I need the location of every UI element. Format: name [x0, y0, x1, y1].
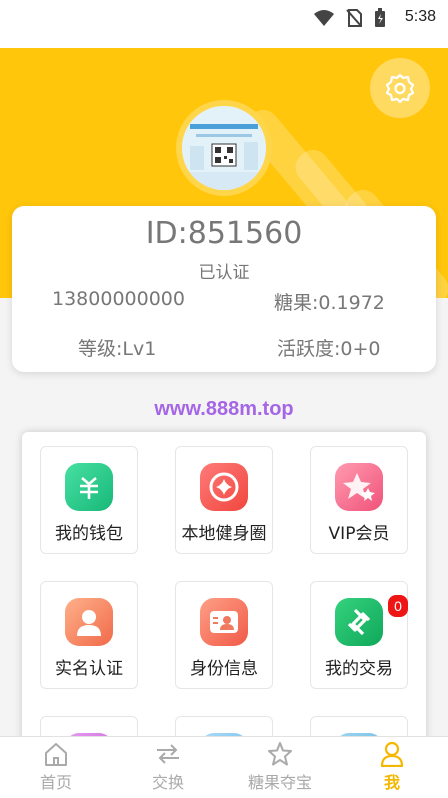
trades-badge: 0	[388, 595, 408, 617]
menu-item-wallet[interactable]: 我的钱包	[40, 446, 138, 554]
tab-label: 首页	[39, 773, 72, 792]
menu-item-label: 我的交易	[325, 659, 393, 679]
activity-score: 活跃度:0+0	[277, 338, 381, 360]
user-level: 等级:Lv1	[78, 338, 157, 360]
status-time: 5:38	[404, 8, 436, 25]
fitness-circle-icon	[200, 463, 248, 511]
exchange-icon	[157, 744, 179, 764]
settings-icon	[385, 73, 415, 104]
person-icon	[65, 598, 113, 646]
wifi-icon	[314, 10, 334, 26]
tab-label: 交换	[151, 773, 184, 792]
verified-status: 已认证	[198, 263, 250, 283]
tab-label: 我	[383, 773, 400, 792]
wallet-icon	[65, 463, 113, 511]
bottom-tab-bar: 首页 交换 糖果夺宝 我	[0, 736, 448, 798]
id-card-icon	[200, 598, 248, 646]
battery-icon	[375, 8, 385, 27]
star-icon	[268, 742, 292, 766]
star-icon	[335, 463, 383, 511]
trade-icon	[335, 598, 383, 646]
tab-home[interactable]: 首页	[0, 741, 112, 797]
avatar-image	[182, 106, 266, 190]
settings-button[interactable]	[370, 58, 430, 118]
watermark-text: www.888m.top	[154, 398, 294, 420]
no-sim-icon	[346, 9, 362, 27]
user-info-card: ID:851560 已认证 13800000000 糖果:0.1972 等级:L…	[12, 206, 436, 372]
user-icon	[380, 741, 404, 767]
menu-item-label: 实名认证	[55, 659, 123, 679]
tab-candy-treasure[interactable]: 糖果夺宝	[224, 741, 336, 797]
status-icons	[314, 8, 386, 28]
menu-item-label: 身份信息	[190, 659, 258, 679]
avatar[interactable]	[182, 106, 266, 190]
menu-item-identity[interactable]: 身份信息	[175, 581, 273, 689]
menu-item-real-name[interactable]: 实名认证	[40, 581, 138, 689]
menu-item-trades[interactable]: 0 我的交易	[310, 581, 408, 689]
menu-grid: 我的钱包 本地健身圈 VIP会员 实名认证 身份信息 0 我的交易	[22, 432, 426, 752]
tab-exchange[interactable]: 交换	[112, 741, 224, 797]
home-icon	[45, 743, 67, 766]
candy-balance: 糖果:0.1972	[274, 292, 385, 314]
tab-label: 糖果夺宝	[247, 773, 312, 792]
menu-item-fitness-circle[interactable]: 本地健身圈	[175, 446, 273, 554]
menu-item-vip[interactable]: VIP会员	[310, 446, 408, 554]
menu-item-label: 我的钱包	[55, 524, 123, 544]
tab-me[interactable]: 我	[336, 741, 448, 797]
status-bar: 5:38	[0, 0, 448, 48]
user-id: ID:851560	[145, 216, 303, 251]
menu-item-label: 本地健身圈	[181, 524, 267, 544]
menu-item-label: VIP会员	[328, 524, 390, 544]
phone-number: 13800000000	[52, 288, 185, 310]
avatar-ring[interactable]	[176, 100, 272, 196]
